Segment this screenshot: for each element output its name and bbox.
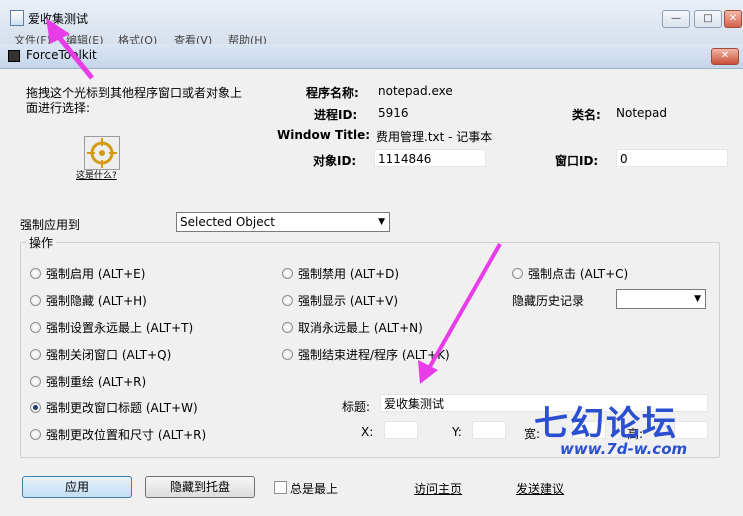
watermark-url: www.7d-w.com xyxy=(560,440,688,458)
watermark-title: 七幻论坛 xyxy=(534,404,678,444)
arrow-to-title-icon xyxy=(46,18,94,80)
arrow-to-title-field-icon xyxy=(418,243,502,384)
